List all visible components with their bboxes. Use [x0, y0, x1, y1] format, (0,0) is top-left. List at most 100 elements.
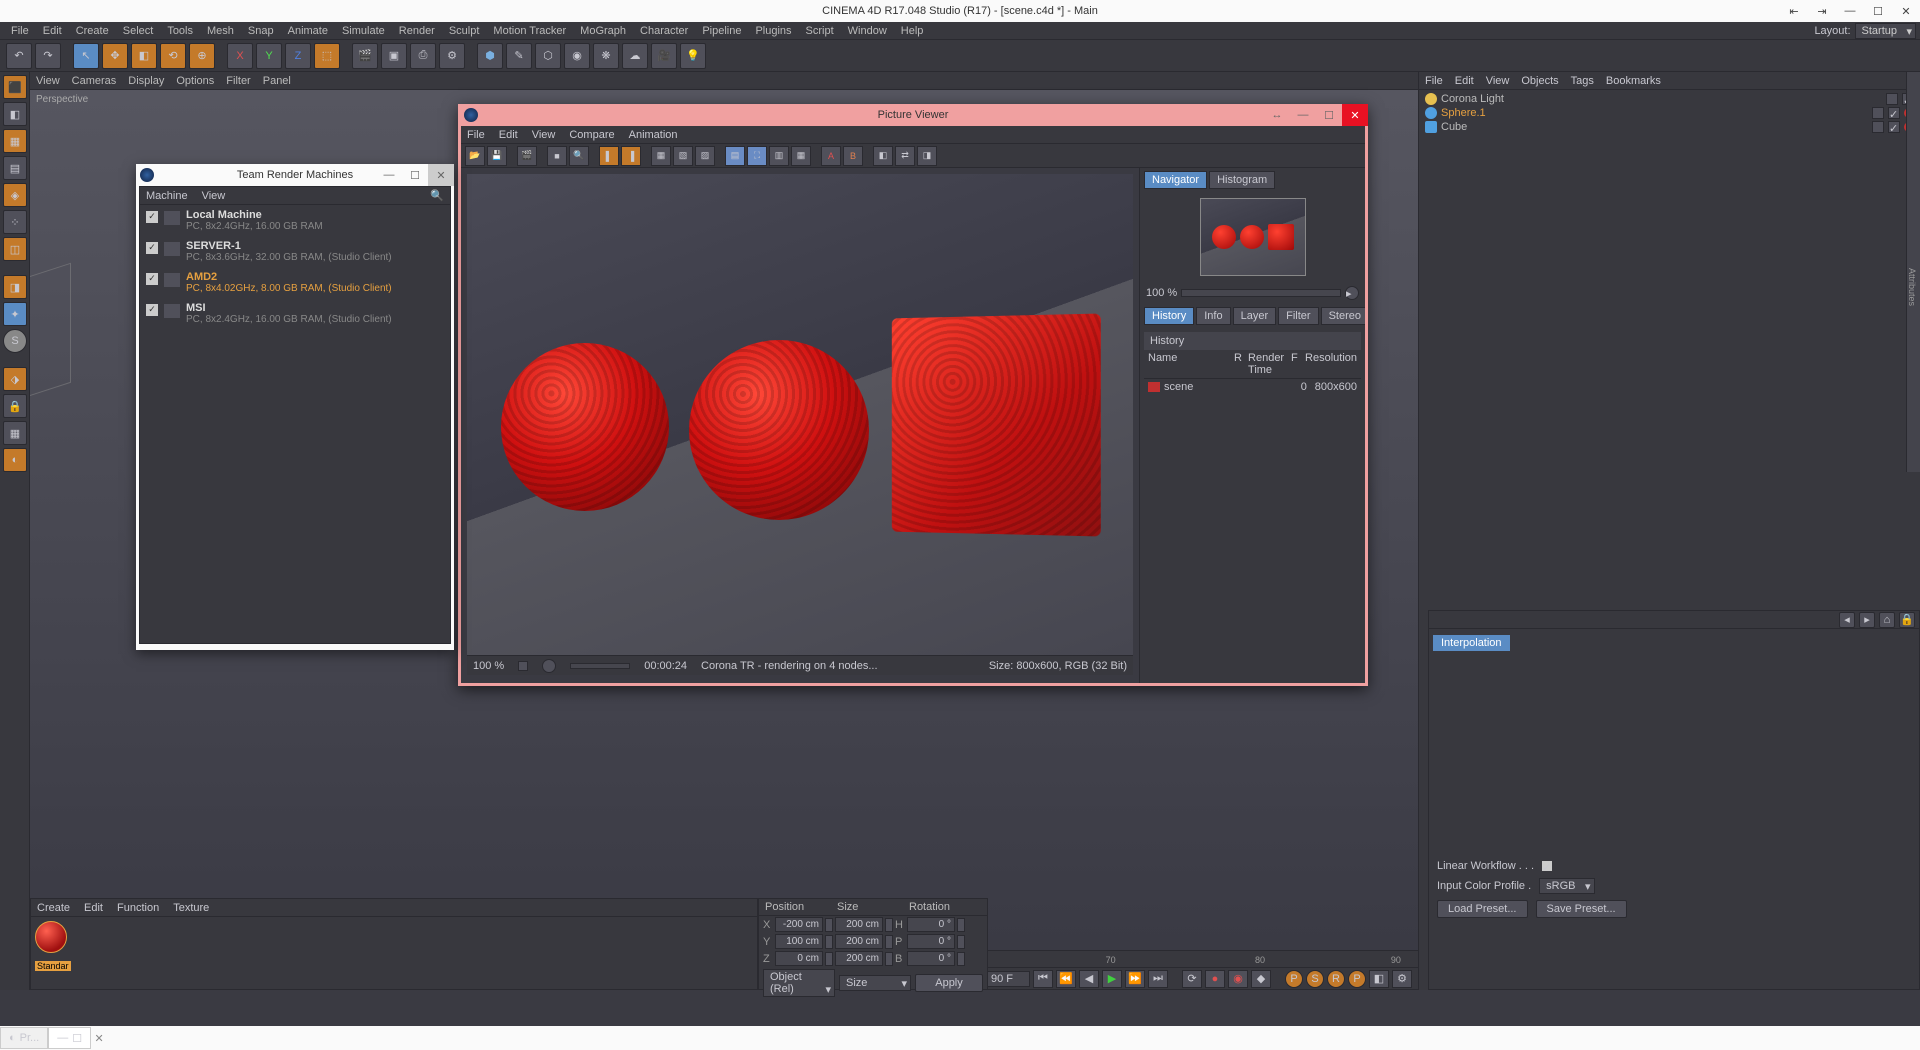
- menu-mograph[interactable]: MoGraph: [573, 25, 633, 37]
- pv-menu-file[interactable]: File: [467, 129, 485, 141]
- record-icon[interactable]: ●: [1205, 970, 1225, 988]
- misc-icon[interactable]: ◐: [3, 448, 27, 472]
- lock-icon[interactable]: 🔒: [3, 394, 27, 418]
- vp-menu-options[interactable]: Options: [176, 75, 214, 87]
- pv-swap-icon[interactable]: ⇄: [895, 146, 915, 166]
- pv-tab-histogram[interactable]: Histogram: [1209, 171, 1275, 189]
- menu-animate[interactable]: Animate: [281, 25, 335, 37]
- pv-open-icon[interactable]: 📂: [465, 146, 485, 166]
- generator-icon[interactable]: ◉: [564, 43, 590, 69]
- rotate-tool-icon[interactable]: ⟲: [160, 43, 186, 69]
- menu-edit[interactable]: Edit: [36, 25, 69, 37]
- menu-simulate[interactable]: Simulate: [335, 25, 392, 37]
- om-menu-bookmarks[interactable]: Bookmarks: [1606, 75, 1661, 87]
- pv-ch2-icon[interactable]: ▧: [673, 146, 693, 166]
- pv-tab-stereo[interactable]: Stereo: [1321, 307, 1365, 325]
- spinner[interactable]: [957, 952, 965, 966]
- goto-end-icon[interactable]: ⏭: [1148, 970, 1168, 988]
- pv-ab-icon[interactable]: ◧: [873, 146, 893, 166]
- menu-tools[interactable]: Tools: [160, 25, 200, 37]
- nurbs-icon[interactable]: ⬡: [535, 43, 561, 69]
- pv-ch1-icon[interactable]: ▦: [651, 146, 671, 166]
- key-pos-icon[interactable]: P: [1285, 970, 1303, 988]
- machine-checkbox[interactable]: [146, 304, 158, 316]
- pen-icon[interactable]: ✎: [506, 43, 532, 69]
- mat-menu-function[interactable]: Function: [117, 902, 159, 914]
- polygons-mode-icon[interactable]: ◨: [3, 275, 27, 299]
- pv-tab-layer[interactable]: Layer: [1233, 307, 1277, 325]
- spinner[interactable]: [825, 918, 833, 932]
- undo-icon[interactable]: ↶: [6, 43, 32, 69]
- pv-menu-view[interactable]: View: [532, 129, 556, 141]
- render-toggle[interactable]: ✓: [1888, 121, 1900, 133]
- menu-sculpt[interactable]: Sculpt: [442, 25, 487, 37]
- menu-motiontracker[interactable]: Motion Tracker: [486, 25, 573, 37]
- pv-minimize-icon[interactable]: ―: [1290, 104, 1316, 126]
- spinner[interactable]: [825, 935, 833, 949]
- restore-right-icon[interactable]: ⇥: [1808, 0, 1836, 22]
- points-mode-icon[interactable]: ⁘: [3, 210, 27, 234]
- pv-maximize-icon[interactable]: ☐: [1316, 104, 1342, 126]
- taskbar-item[interactable]: ◐ Pr...: [0, 1027, 48, 1049]
- history-row[interactable]: scene 0 800x600: [1144, 379, 1361, 395]
- om-menu-edit[interactable]: Edit: [1455, 75, 1474, 87]
- mat-menu-edit[interactable]: Edit: [84, 902, 103, 914]
- om-menu-tags[interactable]: Tags: [1571, 75, 1594, 87]
- menu-window[interactable]: Window: [841, 25, 894, 37]
- key-scale-icon[interactable]: S: [1306, 970, 1324, 988]
- pv-diff-icon[interactable]: ◨: [917, 146, 937, 166]
- pv-overflow-icon[interactable]: ↔: [1264, 104, 1290, 126]
- spinner[interactable]: [825, 952, 833, 966]
- machine-row[interactable]: Local Machine PC, 8x2.4GHz, 16.00 GB RAM: [140, 205, 450, 236]
- model-mode-icon[interactable]: ◧: [3, 102, 27, 126]
- pv-tab-info[interactable]: Info: [1196, 307, 1230, 325]
- vis-toggle[interactable]: [1872, 107, 1884, 119]
- redo-icon[interactable]: ↷: [35, 43, 61, 69]
- menu-script[interactable]: Script: [799, 25, 841, 37]
- move-tool-icon[interactable]: ✥: [102, 43, 128, 69]
- light-icon[interactable]: 💡: [680, 43, 706, 69]
- editable-icon[interactable]: ⬛: [3, 75, 27, 99]
- linear-workflow-checkbox[interactable]: ✓: [1542, 861, 1552, 871]
- pv-fullscreen-icon[interactable]: ⛶: [747, 146, 767, 166]
- grid-icon[interactable]: ▦: [3, 421, 27, 445]
- menu-select[interactable]: Select: [116, 25, 161, 37]
- render-to-pv-icon[interactable]: ⎙: [410, 43, 436, 69]
- x-axis-icon[interactable]: X: [227, 43, 253, 69]
- search-icon[interactable]: 🔍: [430, 189, 444, 202]
- texture-mode-icon[interactable]: ▤: [3, 156, 27, 180]
- goto-start-icon[interactable]: ⏮: [1033, 970, 1053, 988]
- layout-dropdown[interactable]: Startup: [1855, 23, 1916, 39]
- pv-compare-a-icon[interactable]: ▌: [599, 146, 619, 166]
- autokey-icon[interactable]: ◉: [1228, 970, 1248, 988]
- om-menu-file[interactable]: File: [1425, 75, 1443, 87]
- trm-menu-view[interactable]: View: [202, 190, 226, 202]
- menu-create[interactable]: Create: [69, 25, 116, 37]
- vp-menu-panel[interactable]: Panel: [263, 75, 291, 87]
- cube-primitive-icon[interactable]: ⬢: [477, 43, 503, 69]
- vp-menu-display[interactable]: Display: [128, 75, 164, 87]
- pv-grid-icon[interactable]: ▦: [791, 146, 811, 166]
- frame-max-field[interactable]: 90 F: [986, 971, 1030, 987]
- pv-titlebar[interactable]: Picture Viewer ↔ ― ☐ ✕: [458, 104, 1368, 126]
- size-x-field[interactable]: 200 cm: [835, 917, 883, 932]
- size-y-field[interactable]: 200 cm: [835, 934, 883, 949]
- obj-row-cube[interactable]: Cube ✓: [1419, 120, 1920, 134]
- pv-save-icon[interactable]: 💾: [487, 146, 507, 166]
- trm-menu-machine[interactable]: Machine: [146, 190, 188, 202]
- menu-plugins[interactable]: Plugins: [748, 25, 798, 37]
- task-min-icon[interactable]: ―: [57, 1032, 68, 1044]
- attr-home-icon[interactable]: ⌂: [1879, 612, 1895, 628]
- key-icon[interactable]: ◆: [1251, 970, 1271, 988]
- pv-tile-icon[interactable]: ▥: [769, 146, 789, 166]
- machine-row[interactable]: MSI PC, 8x2.4GHz, 16.00 GB RAM, (Studio …: [140, 298, 450, 329]
- quantize-icon[interactable]: ⬗: [3, 367, 27, 391]
- key-opt-icon[interactable]: ⚙: [1392, 970, 1412, 988]
- pv-menu-compare[interactable]: Compare: [569, 129, 614, 141]
- edges-mode-icon[interactable]: ◫: [3, 237, 27, 261]
- machine-row[interactable]: AMD2 PC, 8x4.02GHz, 8.00 GB RAM, (Studio…: [140, 267, 450, 298]
- spinner[interactable]: [885, 935, 893, 949]
- pv-close-icon[interactable]: ✕: [1342, 104, 1368, 126]
- spinner[interactable]: [885, 952, 893, 966]
- pv-stop-icon[interactable]: ■: [547, 146, 567, 166]
